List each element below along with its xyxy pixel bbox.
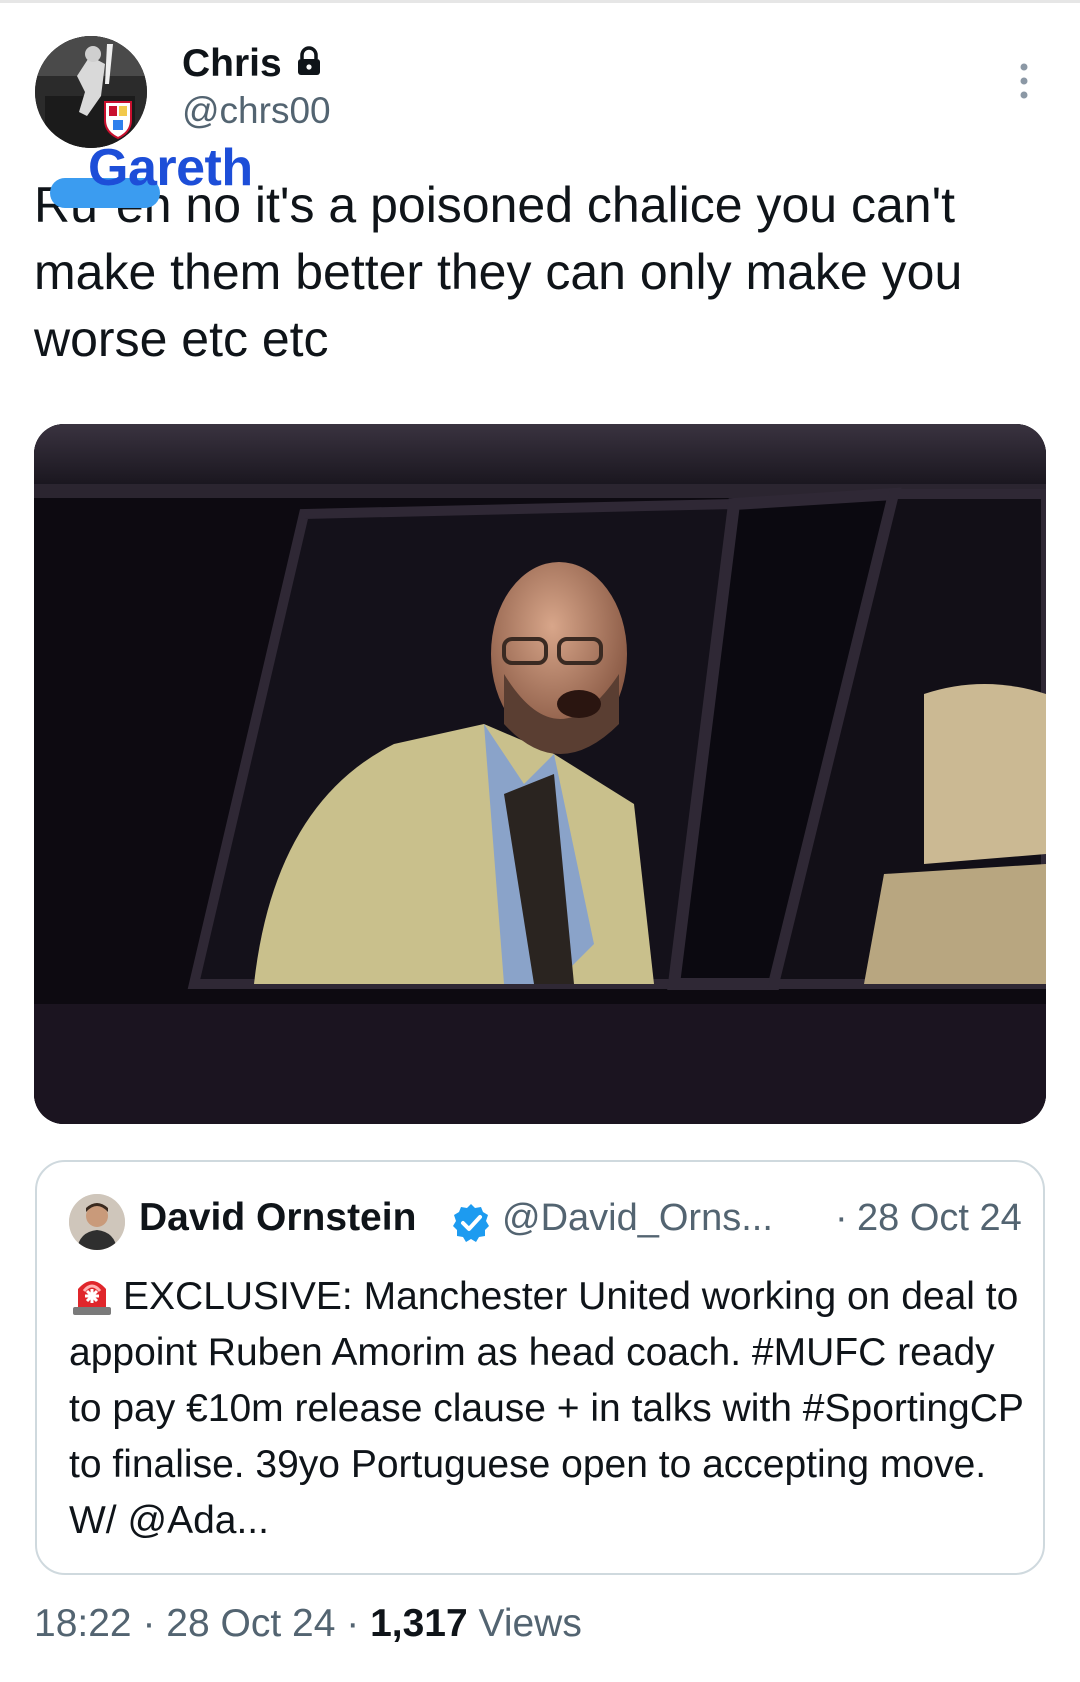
quoted-separator: · — [835, 1197, 848, 1239]
views-label[interactable]: Views — [468, 1602, 582, 1645]
overlay-name-label: Gareth — [88, 139, 253, 197]
quoted-date[interactable]: 28 Oct 24 — [857, 1197, 1022, 1240]
verified-badge-icon — [450, 1202, 492, 1244]
quoted-author-handle[interactable]: @David_Orns... — [502, 1197, 773, 1240]
tweet-media-image[interactable] — [34, 424, 1046, 1124]
tweet-date[interactable]: 28 Oct 24 — [166, 1602, 335, 1645]
quoted-tweet-card[interactable]: David Ornstein @David_Orns... · 28 Oct 2… — [35, 1160, 1045, 1575]
tweet-time[interactable]: 18:22 — [34, 1602, 132, 1645]
quoted-author-avatar[interactable] — [69, 1194, 125, 1250]
author-name[interactable]: Chris — [182, 42, 322, 86]
top-divider — [0, 0, 1080, 3]
more-options-icon[interactable] — [1014, 62, 1034, 100]
tweet-text-rest: en no it's a poisoned chalice you can't … — [34, 177, 963, 367]
meta-separator: · — [131, 1602, 167, 1645]
views-count[interactable]: 1,317 — [370, 1602, 468, 1645]
meta-separator-2: · — [335, 1602, 371, 1645]
author-name-text: Chris — [182, 42, 282, 85]
quoted-tweet-text: EXCLUSIVE: Manchester United working on … — [69, 1269, 1029, 1549]
quoted-author-name[interactable]: David Ornstein — [139, 1196, 416, 1240]
quoted-tweet-body: EXCLUSIVE: Manchester United working on … — [69, 1275, 1024, 1542]
tweet-text: Ruen no it's a poisoned chalice you can'… — [34, 172, 1044, 373]
tweet-meta: 18:22 · 28 Oct 24 · 1,317 Views — [34, 1602, 582, 1646]
lock-icon — [296, 42, 322, 86]
author-avatar[interactable] — [35, 36, 147, 148]
siren-icon — [69, 1271, 115, 1315]
author-handle[interactable]: @chrs00 — [182, 90, 331, 132]
